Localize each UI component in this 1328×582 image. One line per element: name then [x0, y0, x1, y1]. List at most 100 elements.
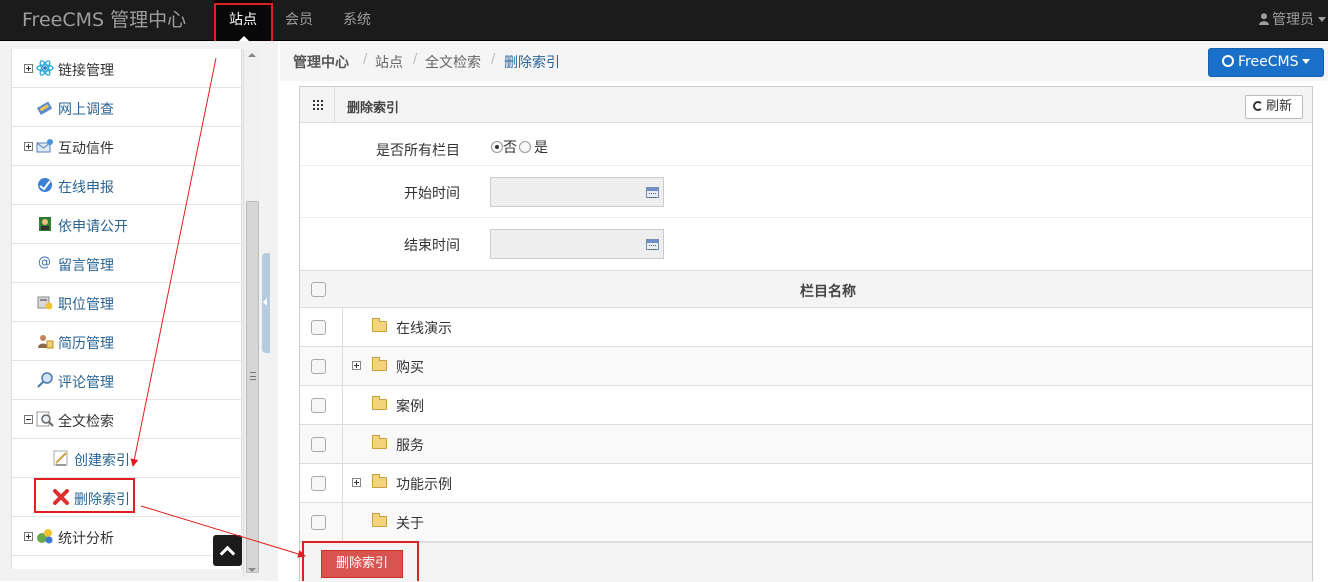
letter-icon: [36, 139, 53, 153]
cell-divider: [342, 386, 343, 425]
column-name[interactable]: 购买: [396, 357, 424, 377]
expand-icon[interactable]: [352, 361, 361, 370]
user-name: 管理员: [1272, 12, 1314, 28]
sidebar-item-disclosure[interactable]: 依申请公开: [12, 205, 241, 244]
nav-member[interactable]: 会员: [285, 0, 313, 40]
calendar-icon[interactable]: [646, 187, 659, 198]
radio-no-label[interactable]: 否: [503, 140, 517, 156]
collapse-icon[interactable]: [24, 415, 33, 424]
row-checkbox[interactable]: [311, 359, 326, 374]
survey-icon: [36, 101, 53, 115]
column-name[interactable]: 关于: [396, 513, 424, 533]
column-name[interactable]: 功能示例: [396, 474, 452, 494]
row-checkbox[interactable]: [311, 398, 326, 413]
disclosure-icon: [39, 217, 51, 231]
folder-icon: [372, 318, 387, 332]
scroll-down-arrow-icon[interactable]: [248, 568, 256, 572]
column-name[interactable]: 案例: [396, 396, 424, 416]
column-name[interactable]: 在线演示: [396, 318, 452, 338]
sidebar-item-label: 在线申报: [58, 180, 114, 196]
chevron-down-icon: [1318, 17, 1326, 22]
sidebar-item-resumes[interactable]: 简历管理: [12, 322, 241, 361]
radio-yes-label[interactable]: 是: [534, 140, 548, 156]
expand-icon[interactable]: [24, 142, 33, 151]
sidebar-item-label: 简历管理: [58, 336, 114, 352]
sidebar-item-create-index[interactable]: 创建索引: [12, 439, 241, 478]
sidebar-item-survey[interactable]: 网上调查: [12, 88, 241, 127]
delete-index-panel: 删除索引 刷新 是否所有栏目 否是 开始时间 结束时间 栏目名称 在线演示 购买…: [299, 86, 1313, 582]
breadcrumb-item[interactable]: 管理中心: [293, 52, 349, 72]
end-time-input[interactable]: [490, 229, 664, 259]
sidebar-item-messages[interactable]: @ 留言管理: [12, 244, 241, 283]
breadcrumb-item[interactable]: 全文检索: [425, 52, 481, 72]
sidebar-item-label: 依申请公开: [58, 219, 128, 235]
refresh-label: 刷新: [1266, 99, 1293, 114]
start-time-label: 开始时间: [404, 186, 460, 202]
column-name[interactable]: 服务: [396, 435, 424, 455]
all-columns-label: 是否所有栏目: [376, 143, 460, 159]
cell-divider: [342, 503, 343, 542]
sidebar-item-label: 全文检索: [58, 414, 114, 430]
table-row: 购买: [300, 347, 1312, 386]
sidebar-item-label: 职位管理: [58, 297, 114, 313]
table-header: 栏目名称: [300, 270, 1312, 308]
chevron-down-icon: [1302, 59, 1311, 64]
breadcrumb-separator: /: [363, 52, 368, 67]
user-icon: [1259, 13, 1269, 25]
expand-icon[interactable]: [24, 64, 33, 73]
sidebar-item-positions[interactable]: 职位管理: [12, 283, 241, 322]
row-checkbox[interactable]: [311, 476, 326, 491]
row-checkbox[interactable]: [311, 320, 326, 335]
scroll-up-arrow-icon[interactable]: [248, 53, 256, 57]
expand-icon[interactable]: [24, 532, 33, 541]
site-switcher-label: FreeCMS: [1238, 54, 1299, 70]
cell-divider: [342, 308, 343, 347]
refresh-button[interactable]: 刷新: [1245, 95, 1303, 119]
sidebar-item-label: 创建索引: [74, 453, 130, 469]
radio-yes[interactable]: [519, 141, 531, 153]
brand-title[interactable]: FreeCMS 管理中心: [22, 0, 186, 40]
sidebar-item-fulltext-search[interactable]: 全文检索: [12, 400, 241, 439]
select-all-checkbox[interactable]: [311, 282, 326, 297]
sidebar-item-comments[interactable]: 评论管理: [12, 361, 241, 400]
sidebar-item-links[interactable]: 链接管理: [12, 49, 241, 88]
nav-system[interactable]: 系统: [343, 0, 371, 40]
sidebar-item-label: 评论管理: [58, 375, 114, 391]
table-row: 在线演示: [300, 308, 1312, 347]
breadcrumb: 管理中心 / 站点 / 全文检索 / 删除索引: [280, 41, 1328, 81]
column-name-header: 栏目名称: [800, 284, 856, 300]
expand-icon[interactable]: [352, 478, 361, 487]
sidebar-item-letters[interactable]: 互动信件: [12, 127, 241, 166]
statistics-icon: [37, 529, 53, 544]
atom-icon: [36, 60, 54, 76]
radio-no[interactable]: [491, 141, 503, 153]
breadcrumb-item[interactable]: 站点: [375, 52, 403, 72]
cell-divider: [342, 347, 343, 386]
row-checkbox[interactable]: [311, 515, 326, 530]
sidebar-item-label: 链接管理: [58, 63, 114, 79]
online-apply-icon: [38, 178, 52, 192]
annotation-highlight-delete-button: [302, 541, 419, 581]
grid-icon: [313, 100, 323, 110]
user-menu[interactable]: 管理员: [1259, 0, 1328, 40]
row-checkbox[interactable]: [311, 437, 326, 452]
folder-icon: [372, 474, 387, 488]
start-time-input[interactable]: [490, 177, 664, 207]
sidebar-scrollbar[interactable]: [243, 49, 259, 577]
cell-divider: [342, 464, 343, 503]
folder-icon: [372, 435, 387, 449]
sidebar-collapse-toggle[interactable]: [262, 253, 270, 353]
sidebar-item-online-apply[interactable]: 在线申报: [12, 166, 241, 205]
breadcrumb-item: 删除索引: [504, 55, 560, 71]
comment-icon: [37, 372, 53, 388]
sidebar-item-statistics[interactable]: 统计分析: [12, 517, 241, 556]
back-to-top-button[interactable]: [213, 535, 242, 566]
folder-icon: [372, 357, 387, 371]
scroll-thumb[interactable]: [246, 201, 259, 573]
site-switcher-button[interactable]: FreeCMS: [1208, 48, 1324, 77]
annotation-highlight-delete-index: [34, 478, 135, 513]
table-row: 功能示例: [300, 464, 1312, 503]
calendar-icon[interactable]: [646, 239, 659, 250]
sidebar-item-label: 网上调查: [58, 102, 114, 118]
form-row-all-columns: 是否所有栏目 否 是: [300, 123, 1312, 166]
